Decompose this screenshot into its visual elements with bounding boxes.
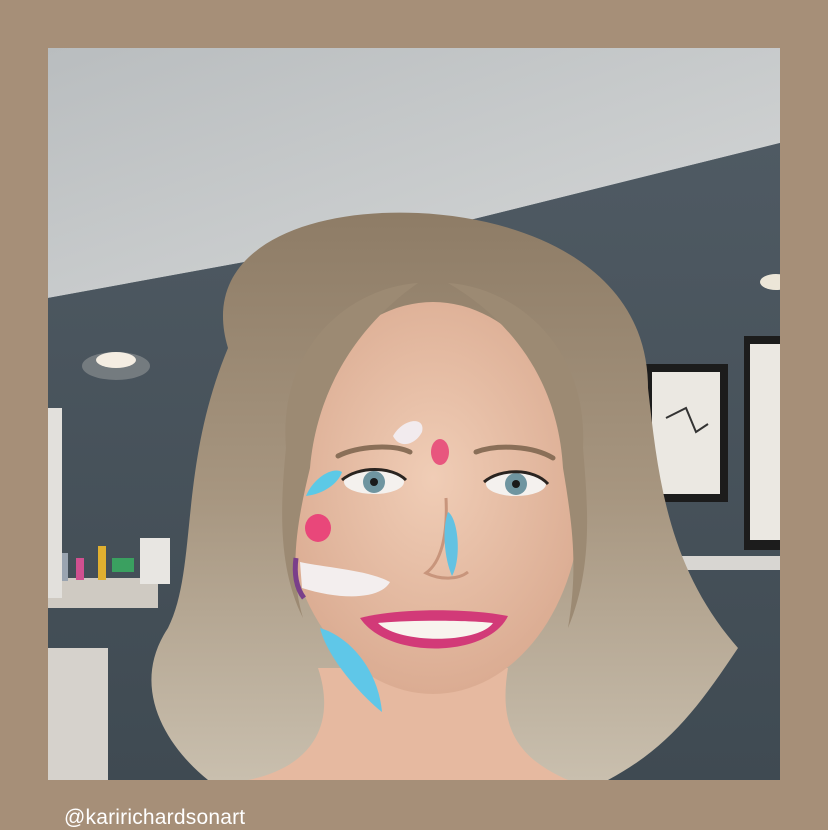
portrait-photo (48, 48, 780, 780)
username-handle[interactable]: @karirichardsonart (64, 806, 245, 830)
photo-frame (48, 48, 780, 780)
